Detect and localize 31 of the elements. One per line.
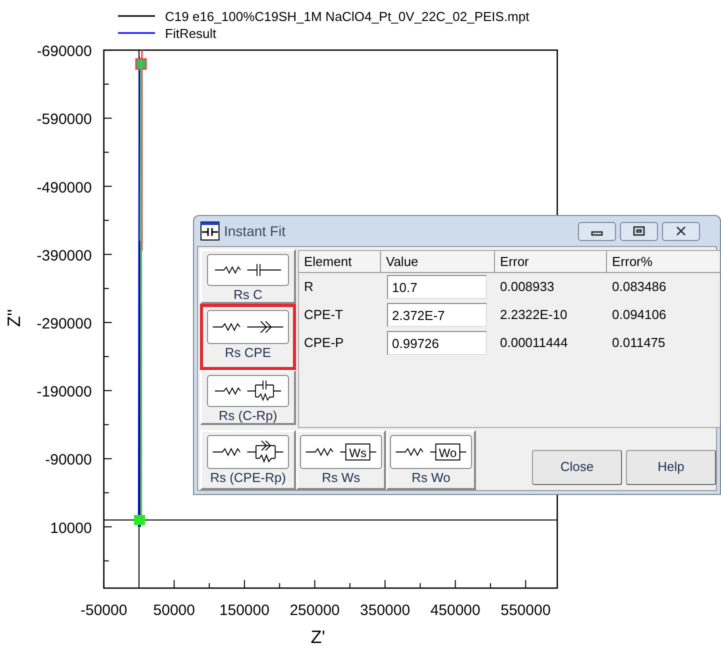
x-tick-label: 50000 — [153, 602, 195, 620]
table-cell: 0.011475 — [612, 335, 666, 350]
window-title: Instant Fit — [224, 222, 286, 240]
x-tick-label: -50000 — [80, 602, 128, 620]
y-tick-label: -290000 — [36, 316, 92, 332]
circuit-symbol: Ws — [349, 446, 366, 460]
y-tick-label: -690000 — [36, 43, 92, 60]
y-tick-label: -190000 — [36, 384, 92, 401]
table-cell: CPE-T — [304, 307, 343, 322]
table-cell: 0.00011444 — [500, 335, 568, 350]
x-tick-label: 450000 — [430, 602, 480, 620]
circuit-symbol: Wo — [438, 446, 457, 460]
legend-label: FitResult — [165, 26, 216, 41]
y-tick-label: -590000 — [36, 111, 92, 128]
y-tick-label: -90000 — [45, 452, 92, 469]
x-tick-label: 350000 — [360, 602, 410, 620]
y-tick-label: 10000 — [50, 520, 92, 537]
x-tick-label: 150000 — [219, 602, 270, 620]
table-cell: 0.008933 — [500, 279, 554, 294]
x-tick-label: 550000 — [500, 602, 551, 620]
table-cell: R — [304, 279, 314, 294]
x-tick-label: 250000 — [290, 602, 340, 620]
table-cell: CPE-P — [304, 335, 344, 350]
axis-title: Z'' — [4, 309, 24, 327]
legend-label: C19 e16_100%C19SH_1M NaClO4_Pt_0V_22C_02_PEIS.mpt — [165, 9, 530, 24]
y-tick-label: -490000 — [36, 179, 92, 196]
table-cell: 0.094106 — [612, 307, 666, 322]
axis-title: Z' — [310, 627, 326, 647]
y-tick-label: -390000 — [36, 247, 92, 264]
table-cell: 2.2322E-10 — [500, 307, 568, 322]
table-cell: 0.083486 — [612, 279, 666, 294]
